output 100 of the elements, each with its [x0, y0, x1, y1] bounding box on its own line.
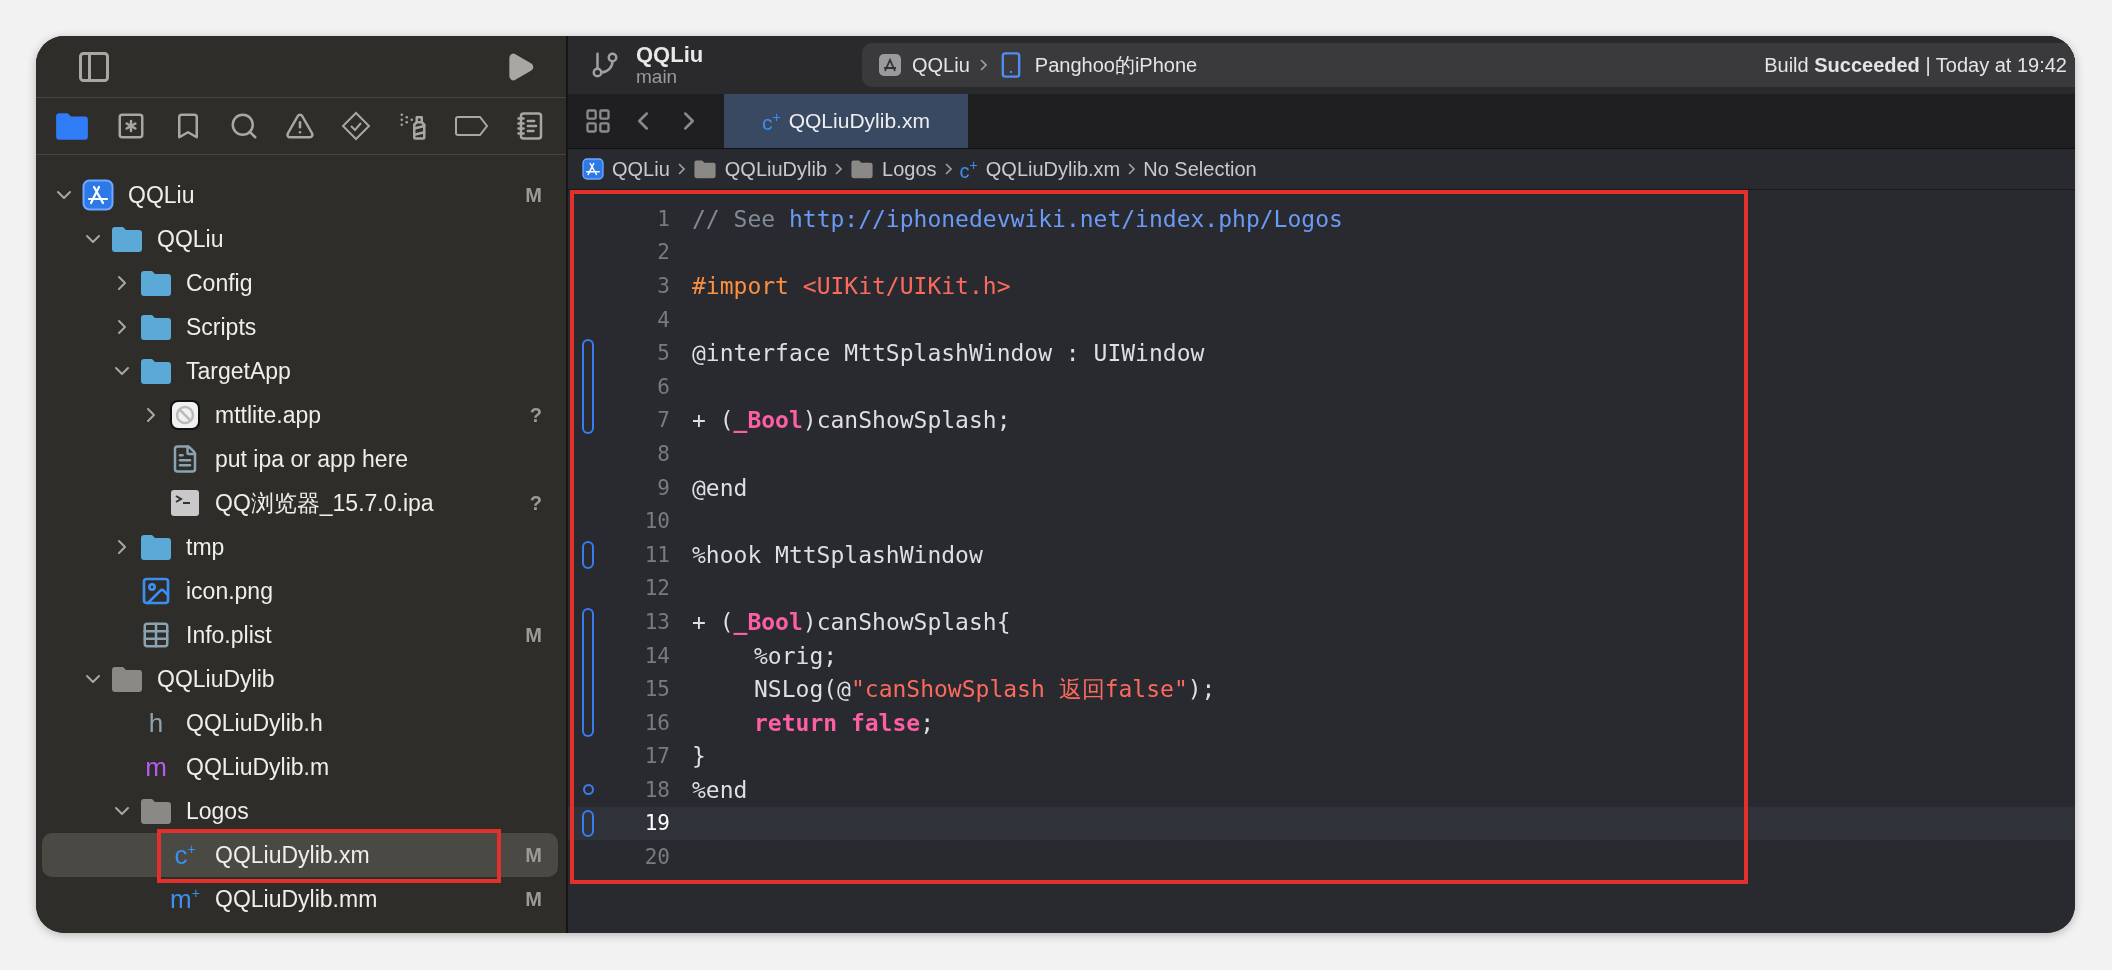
- change-marker: [582, 369, 594, 404]
- path-item[interactable]: QQLiu: [612, 157, 670, 181]
- grid-icon[interactable]: [584, 107, 612, 135]
- file-name: Scripts: [186, 313, 258, 341]
- branch-icon: [590, 50, 620, 80]
- change-marker: [582, 809, 594, 838]
- path-item[interactable]: No Selection: [1143, 157, 1257, 181]
- file-name: QQLiuDylib: [157, 665, 276, 693]
- status-label: ?: [529, 403, 542, 427]
- file-row[interactable]: QQLiu: [42, 217, 558, 261]
- line-number: 3: [656, 274, 670, 298]
- path-item[interactable]: QQLiuDylib: [724, 157, 828, 181]
- file-type-icon: h: [148, 710, 164, 736]
- change-marker: [582, 339, 594, 370]
- line-number: 2: [656, 240, 670, 265]
- folder-icon: [139, 269, 173, 297]
- path-item[interactable]: Logos: [882, 157, 937, 181]
- file-type-icon: c$^{+}$: [762, 109, 781, 133]
- line-number: 5: [656, 341, 670, 366]
- file-name: Logos: [186, 797, 250, 825]
- file-row[interactable]: tmp: [42, 525, 558, 569]
- line-number: 15: [643, 677, 670, 702]
- scheme-name[interactable]: QQLiu: [912, 53, 970, 77]
- folder-icon: [139, 533, 173, 561]
- file-row[interactable]: Scripts: [42, 305, 558, 349]
- file-row[interactable]: m QQLiuDylib.m: [42, 745, 558, 789]
- line-number: 18: [643, 777, 670, 802]
- file-row[interactable]: Info.plist M: [42, 613, 558, 657]
- folder-icon: [139, 313, 173, 341]
- code-line: }: [692, 743, 706, 770]
- code-line: %orig;: [753, 642, 838, 669]
- status-label: ?: [529, 491, 542, 515]
- change-marker: [582, 540, 594, 569]
- folder-icon: [139, 357, 173, 385]
- tab-label: QQLiuDylib.xm: [788, 109, 930, 133]
- line-number: 12: [643, 576, 670, 601]
- file-row[interactable]: Config: [42, 261, 558, 305]
- change-marker: [582, 705, 594, 737]
- file-name: QQLiu: [128, 181, 196, 209]
- file-row[interactable]: m$^{+}$ QQLiuDylib.mm M: [42, 877, 558, 921]
- file-row[interactable]: QQLiuDylib: [42, 657, 558, 701]
- file-name: QQ浏览器_15.7.0.ipa: [215, 488, 435, 518]
- code-line: return false;: [753, 709, 935, 736]
- line-number: 19: [643, 811, 670, 836]
- line-number: 13: [643, 609, 670, 634]
- file-row[interactable]: icon.png: [42, 569, 558, 613]
- folder-icon: [139, 797, 173, 825]
- line-number: 11: [643, 542, 670, 567]
- file-row[interactable]: put ipa or app here: [42, 437, 558, 481]
- editor-tab[interactable]: c$^{+}$ QQLiuDylib.xm: [724, 94, 968, 148]
- file-name: put ipa or app here: [215, 445, 410, 473]
- warning-icon[interactable]: [285, 111, 315, 141]
- file-row[interactable]: h QQLiuDylib.h: [42, 701, 558, 745]
- diamond-check-icon[interactable]: [341, 111, 372, 141]
- line-number: 4: [656, 307, 670, 332]
- code-line: @interface MttSplashWindow : UIWindow: [692, 340, 1205, 367]
- file-name: QQLiuDylib.mm: [215, 885, 379, 913]
- file-row[interactable]: c$^{+}$ QQLiuDylib.xm M: [42, 833, 558, 877]
- folder-icon: [110, 665, 144, 693]
- file-row[interactable]: QQLiu M: [42, 173, 558, 217]
- file-row[interactable]: Logos: [42, 789, 558, 833]
- change-marker: [582, 638, 594, 673]
- branch-name: main: [636, 66, 678, 87]
- device-name[interactable]: Panghoo的iPhone: [1034, 51, 1198, 79]
- table-icon: [141, 620, 171, 650]
- tag-icon[interactable]: [453, 115, 490, 137]
- path-item[interactable]: QQLiuDylib.xm: [985, 157, 1121, 181]
- file-type-icon: m$^{+}$: [170, 886, 200, 912]
- file-row[interactable]: TargetApp: [42, 349, 558, 393]
- change-dot: [582, 784, 594, 796]
- chevron-right-icon: [944, 163, 952, 175]
- code-line: @end: [692, 474, 748, 501]
- line-number: 1: [656, 206, 670, 231]
- code-line: #import <UIKit/UIKit.h>: [692, 273, 1011, 299]
- build-status: Build Succeeded | Today at 19:42: [1764, 53, 2067, 77]
- line-number: 6: [656, 374, 670, 399]
- line-number: 14: [643, 643, 670, 668]
- file-name: TargetApp: [186, 357, 292, 385]
- code-line: // See http://iphonedevwiki.net/index.php/Logos: [692, 205, 1343, 232]
- folder-icon[interactable]: [54, 111, 90, 141]
- chevron-right-icon: [979, 59, 987, 71]
- line-number: 10: [643, 509, 670, 534]
- file-name: QQLiuDylib.xm: [215, 841, 371, 869]
- change-marker: [582, 672, 594, 706]
- file-row[interactable]: mttlite.app ?: [42, 393, 558, 437]
- file-name: Info.plist: [186, 621, 273, 649]
- code-line: %hook MttSplashWindow: [692, 541, 983, 568]
- file-name: icon.png: [186, 577, 274, 605]
- file-type-icon: c$^{+}$: [959, 157, 978, 181]
- source-control-icon[interactable]: [116, 111, 147, 141]
- image-icon: [140, 575, 172, 607]
- file-name: QQLiuDylib.m: [186, 753, 331, 781]
- folder-icon: [110, 225, 144, 253]
- line-number: 17: [643, 744, 670, 769]
- code-line: + (_Bool)canShowSplash;: [692, 407, 1011, 434]
- scheme-icon[interactable]: [878, 53, 902, 77]
- file-row[interactable]: QQ浏览器_15.7.0.ipa ?: [42, 481, 558, 525]
- project-title: QQLiu: [636, 43, 705, 67]
- line-number: 7: [656, 408, 670, 433]
- code-line: NSLog(@"canShowSplash 返回false");: [753, 674, 1216, 704]
